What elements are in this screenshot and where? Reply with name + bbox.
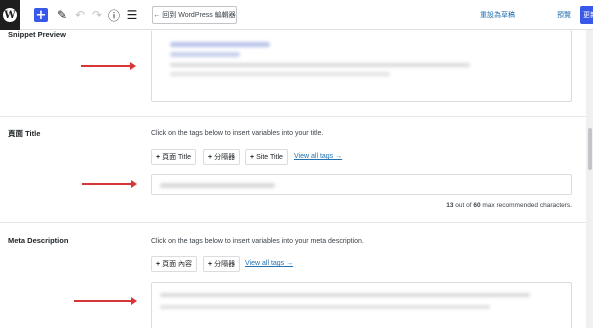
redo-button[interactable]: ↷ [91, 7, 103, 23]
counter-max: 60 [473, 202, 481, 209]
page-title-input[interactable] [151, 174, 572, 195]
undo-icon: ↶ [74, 8, 86, 22]
page-title-help-text: Click on the tags below to insert variab… [151, 130, 324, 137]
snippet-preview-box [151, 30, 572, 102]
red-arrow-annotation [81, 62, 136, 70]
pencil-icon: ✎ [56, 8, 68, 22]
plus-icon: + [208, 260, 213, 268]
view-all-tags-link[interactable]: View all tags → [294, 153, 342, 160]
tag-label: 頁面 Title [162, 154, 192, 161]
textarea-blurred-text-2 [160, 305, 490, 309]
plus-icon: + [208, 153, 213, 161]
editor-toolbar: W + ✎ ↶ ↷ ⓘ ☰ ← 回到 WordPress 編輯器 重設為草稿 預… [0, 0, 593, 30]
list-view-button[interactable]: ☰ [126, 7, 138, 23]
editor-screen: W + ✎ ↶ ↷ ⓘ ☰ ← 回到 WordPress 編輯器 重設為草稿 預… [0, 0, 593, 328]
title-character-counter: 13 out of 60 max recommended characters. [446, 202, 572, 209]
view-all-tags-link[interactable]: View all tags → [245, 260, 293, 267]
meta-description-help-text: Click on the tags below to insert variab… [151, 238, 364, 245]
tag-label: 分隔器 [214, 261, 236, 268]
update-button[interactable]: 更新 [580, 6, 593, 24]
tag-separator[interactable]: + 分隔器 [203, 149, 241, 165]
switch-to-draft-link[interactable]: 重設為草稿 [480, 10, 515, 20]
redo-icon: ↷ [91, 8, 103, 22]
preview-blurred-description [170, 63, 470, 67]
section-divider [0, 116, 586, 117]
scrollbar-track[interactable] [586, 30, 593, 328]
tag-label: 分隔器 [214, 154, 236, 161]
undo-button[interactable]: ↶ [74, 7, 86, 23]
info-icon: ⓘ [108, 8, 121, 23]
input-blurred-text [160, 183, 275, 188]
red-arrow-annotation [82, 180, 137, 188]
meta-description-textarea[interactable] [151, 282, 572, 328]
tag-page-title[interactable]: + 頁面 Title [151, 149, 197, 165]
tag-page-content[interactable]: + 頁面 內容 [151, 256, 198, 272]
plus-icon: + [156, 153, 161, 161]
scrollbar-thumb[interactable] [588, 128, 592, 170]
edit-tool-button[interactable]: ✎ [56, 7, 68, 23]
wordpress-logo-button[interactable]: W [0, 0, 20, 30]
preview-blurred-description-2 [170, 72, 390, 76]
wordpress-icon: W [3, 8, 17, 22]
plus-icon: + [250, 153, 255, 161]
back-to-editor-button[interactable]: ← 回到 WordPress 編輯器 [152, 6, 237, 24]
add-block-button[interactable]: + [34, 7, 48, 23]
preview-link[interactable]: 預覽 [557, 10, 571, 20]
plus-icon: + [35, 7, 47, 23]
red-arrow-annotation [74, 297, 137, 305]
meta-description-label: Meta Description [8, 236, 69, 245]
tag-separator[interactable]: + 分隔器 [203, 256, 241, 272]
tag-label: Site Title [256, 153, 283, 161]
list-view-icon: ☰ [126, 8, 138, 22]
section-divider [0, 222, 586, 223]
preview-blurred-title-2 [170, 52, 240, 57]
counter-suffix-text: max recommended characters. [480, 202, 572, 209]
page-title-label: 頁面 Title [8, 129, 41, 138]
textarea-blurred-text [160, 293, 530, 297]
details-button[interactable]: ⓘ [108, 7, 120, 23]
counter-middle-text: out of [453, 202, 474, 209]
preview-blurred-title [170, 42, 270, 47]
plus-icon: + [156, 260, 161, 268]
tag-label: 頁面 內容 [162, 261, 193, 268]
tag-site-title[interactable]: + Site Title [245, 149, 288, 165]
snippet-preview-label: Snippet Preview [8, 30, 66, 39]
